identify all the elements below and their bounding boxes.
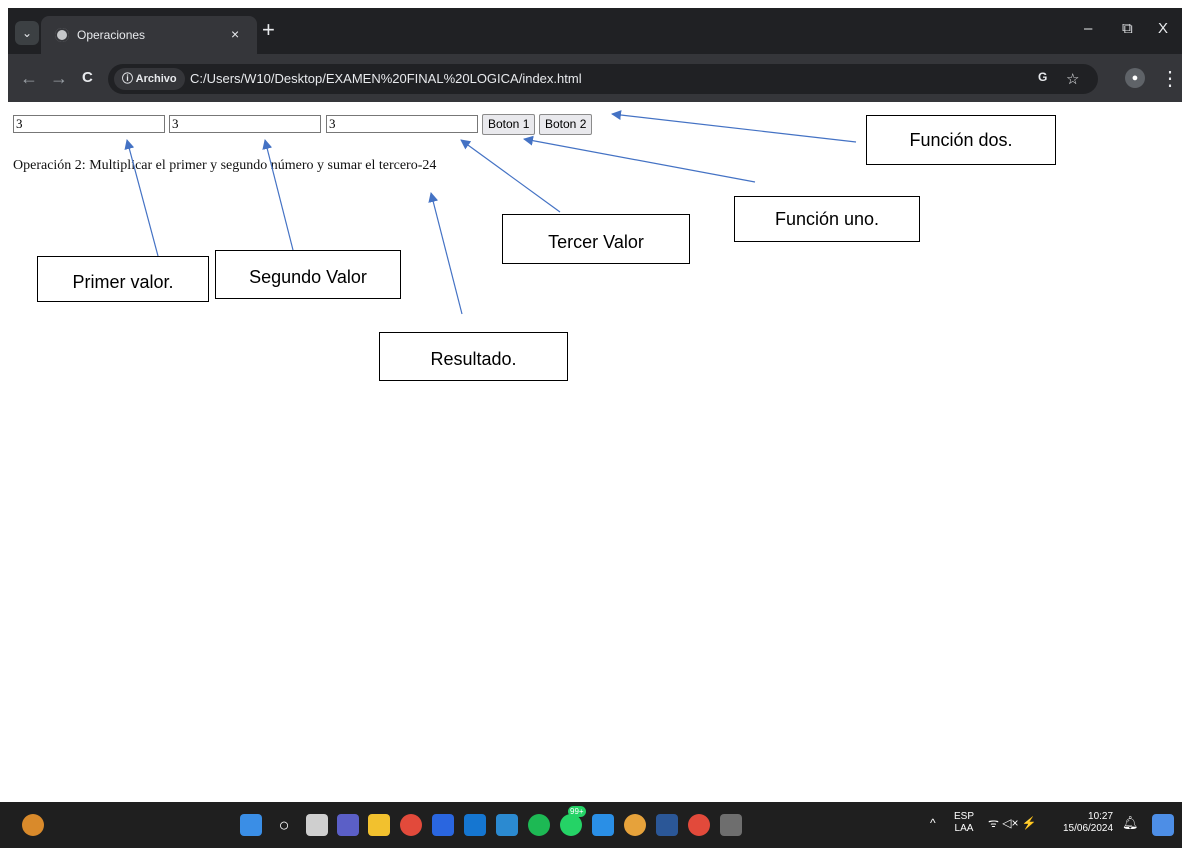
- calculator-icon[interactable]: [720, 814, 742, 836]
- teams-icon[interactable]: [337, 814, 359, 836]
- dropbox-icon[interactable]: [432, 814, 454, 836]
- copilot-icon[interactable]: [1152, 814, 1174, 836]
- arrow-resultado: [428, 192, 463, 315]
- app-icon[interactable]: [464, 814, 486, 836]
- clock[interactable]: 10:27 15/06/2024: [1063, 811, 1113, 835]
- spotify-icon[interactable]: [528, 814, 550, 836]
- mail-icon[interactable]: [496, 814, 518, 836]
- search-icon[interactable]: ○: [273, 814, 295, 836]
- taskbar: ○ 99+ ^ ESP LAA ᯤ ◁× ⚡ 10:27 15/06/2024 …: [0, 802, 1182, 848]
- callout-primer-valor: Primer valor.: [37, 256, 209, 302]
- start-icon[interactable]: [240, 814, 262, 836]
- callout-tercer-valor: Tercer Valor: [502, 214, 690, 264]
- arrow-funcion-dos: [611, 110, 857, 143]
- vscode-icon[interactable]: [592, 814, 614, 836]
- show-hidden-icons[interactable]: ^: [930, 817, 936, 829]
- arrow-segundo-valor: [262, 139, 294, 251]
- word-icon[interactable]: [656, 814, 678, 836]
- arrow-funcion-uno: [523, 135, 756, 183]
- language-code: ESP: [954, 811, 975, 822]
- file-explorer-icon[interactable]: [368, 814, 390, 836]
- clock-date: 15/06/2024: [1063, 823, 1114, 834]
- network-volume-battery-icon[interactable]: ᯤ ◁× ⚡: [988, 817, 1037, 829]
- region-code: LAA: [954, 823, 974, 834]
- clock-time: 10:27: [1088, 811, 1114, 822]
- whatsapp-icon[interactable]: 99+: [560, 806, 586, 836]
- arrow-primer-valor: [124, 139, 159, 257]
- whatsapp-badge: 99+: [568, 806, 586, 817]
- weather-widget-icon[interactable]: [22, 814, 44, 836]
- callout-funcion-uno: Función uno.: [734, 196, 920, 242]
- notifications-icon[interactable]: 🔔︎: [1122, 816, 1139, 829]
- chrome-profile-icon[interactable]: [624, 814, 646, 836]
- chrome-icon[interactable]: [400, 814, 422, 836]
- task-view-icon[interactable]: [306, 814, 328, 836]
- chrome-active-icon[interactable]: [688, 814, 710, 836]
- callout-resultado: Resultado.: [379, 332, 568, 381]
- arrow-tercer-valor: [460, 139, 561, 213]
- callout-segundo-valor: Segundo Valor: [215, 250, 401, 299]
- callout-funcion-dos: Función dos.: [866, 115, 1056, 165]
- language-indicator[interactable]: ESP LAA: [954, 811, 974, 835]
